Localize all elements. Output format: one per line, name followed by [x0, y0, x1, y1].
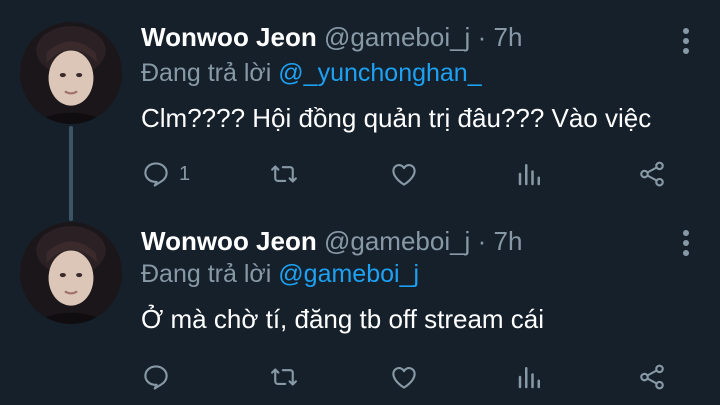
more-icon[interactable]: [682, 28, 690, 58]
stats-icon: [518, 164, 540, 186]
reply-icon: [144, 365, 168, 390]
reply-context: Đang trả lời @_yunchonghan_: [141, 59, 482, 88]
like-button[interactable]: [389, 157, 419, 191]
separator: ·: [477, 226, 487, 256]
tweet-actions: [141, 360, 681, 394]
stats-button[interactable]: [515, 360, 545, 394]
like-icon: [392, 164, 416, 186]
tweet[interactable]: Wonwoo Jeon @gameboi_j · 7h Đang trả lời…: [0, 0, 720, 212]
stats-button[interactable]: [515, 157, 545, 191]
reply-mention-link[interactable]: @_yunchonghan_: [278, 59, 481, 87]
tweet-text: Clm???? Hội đồng quản trị đâu??? Vào việ…: [141, 103, 652, 133]
reply-prefix: Đang trả lời: [141, 59, 272, 87]
user-handle[interactable]: @gameboi_j: [324, 22, 470, 52]
tweet-text: Ở mà chờ tí, đăng tb off stream cái: [141, 304, 545, 334]
share-button[interactable]: [637, 360, 667, 394]
tweet-header: Wonwoo Jeon @gameboi_j · 7h: [141, 22, 522, 53]
share-icon: [640, 161, 664, 187]
avatar-image: [20, 22, 122, 124]
user-handle[interactable]: @gameboi_j: [324, 226, 470, 256]
avatar[interactable]: [20, 222, 122, 324]
share-icon: [640, 364, 664, 390]
reply-icon: [144, 162, 168, 187]
display-name[interactable]: Wonwoo Jeon: [141, 226, 317, 256]
display-name[interactable]: Wonwoo Jeon: [141, 22, 317, 52]
retweet-icon: [271, 368, 297, 386]
reply-mention-link[interactable]: @gameboi_j: [278, 260, 419, 288]
timestamp[interactable]: 7h: [493, 226, 522, 256]
retweet-button[interactable]: [269, 360, 299, 394]
stats-icon: [518, 367, 540, 389]
avatar-image: [20, 222, 122, 324]
timestamp[interactable]: 7h: [493, 22, 522, 52]
reply-prefix: Đang trả lời: [141, 260, 272, 288]
more-icon[interactable]: [682, 230, 690, 260]
separator: ·: [477, 22, 487, 52]
tweet-header: Wonwoo Jeon @gameboi_j · 7h: [141, 226, 522, 257]
retweet-icon: [271, 165, 297, 183]
like-icon: [392, 367, 416, 389]
tweet-actions: 1: [141, 157, 681, 191]
retweet-button[interactable]: [269, 157, 299, 191]
reply-context: Đang trả lời @gameboi_j: [141, 260, 419, 289]
share-button[interactable]: [637, 157, 667, 191]
reply-count: 1: [179, 162, 191, 185]
reply-button[interactable]: [141, 360, 179, 394]
tweet[interactable]: Wonwoo Jeon @gameboi_j · 7h Đang trả lời…: [0, 212, 720, 405]
like-button[interactable]: [389, 360, 419, 394]
avatar[interactable]: [20, 22, 122, 124]
reply-button[interactable]: 1: [141, 157, 190, 191]
